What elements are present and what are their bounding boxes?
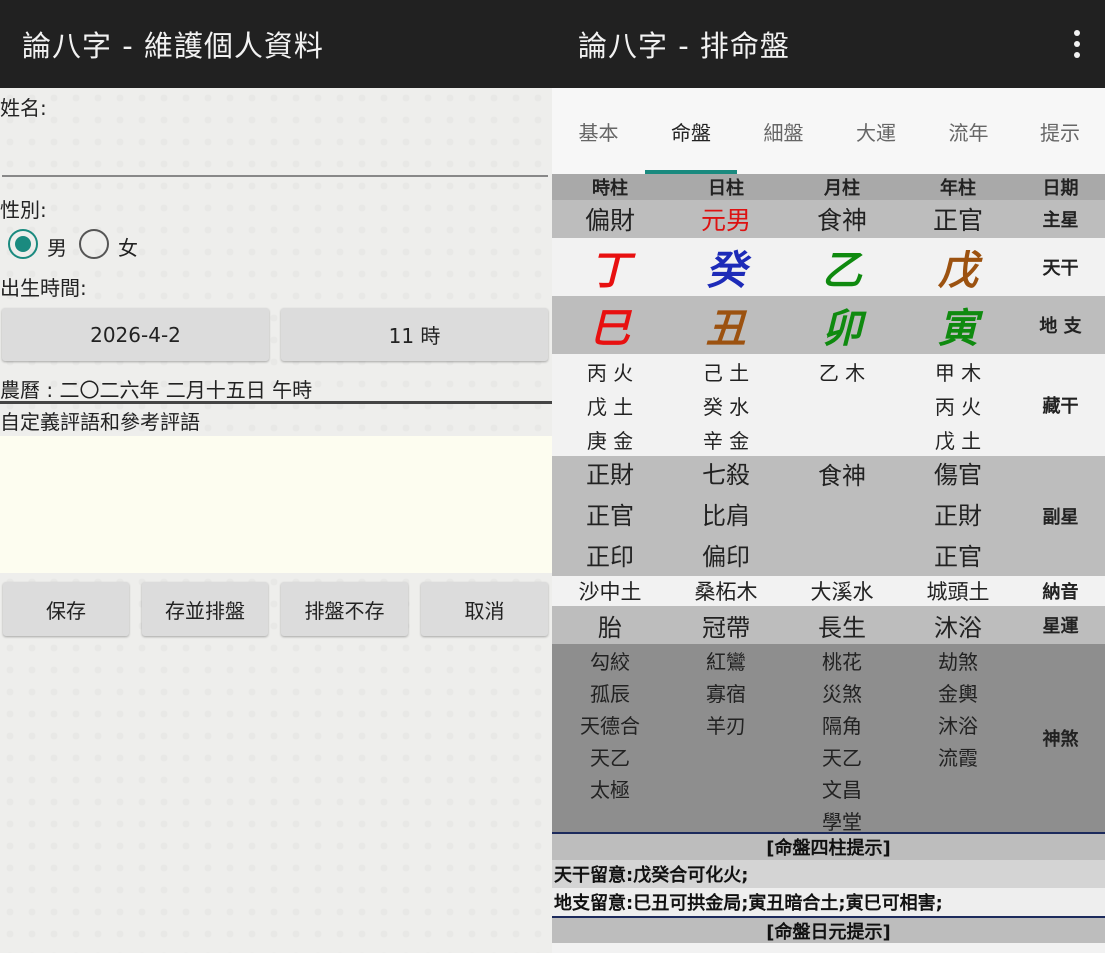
name-input[interactable] [2,118,548,174]
gender-male-radio[interactable] [8,229,38,259]
birth-hour-button[interactable]: 11 時 [281,308,548,361]
main-star-cell: 食神 [816,206,867,235]
stem-cell: 乙 [822,248,862,294]
shensha-cell: 桃花 災煞 隔角 天乙 文昌 學堂 [822,650,862,834]
birth-date-button[interactable]: 2026-4-2 [2,308,269,361]
main-star-cell: 正官 [932,206,983,235]
nayin-cell: 沙中土 [578,580,642,604]
header-hour-pillar: 時柱 [592,178,628,199]
hint-branch-text: 地支留意:巳丑可拱金局;寅丑暗合土;寅巳可相害; [552,888,1105,916]
star-fortune-cell: 冠帶 [702,613,750,642]
gender-female-label: 女 [118,236,138,260]
heavenly-stems-row: 丁 癸 乙 戊 天干 [552,238,1105,296]
tab-basic[interactable]: 基本 [552,88,645,174]
tab-major-luck[interactable]: 大運 [830,88,922,174]
nayin-cell: 桑柘木 [694,580,758,604]
hidden-stems-cell: 丙 火戊 土庚 金 [586,361,634,453]
star-fortune-cell: 沐浴 [934,613,982,642]
gender-female-radio[interactable] [79,229,109,259]
hidden-stems-cell: 甲 木丙 火戊 土 [934,361,982,453]
left-app-title: 論八字 - 維護個人資料 [22,29,324,63]
comment-label: 自定義評語和參考評語 [0,410,200,434]
name-input-underline [2,175,548,177]
chart-panel: 基本 命盤 細盤 大運 流年 提示 時柱 日柱 月柱 年柱 日期 偏財 元男 食… [552,88,1105,953]
hidden-stems-cell: 乙 木 [818,361,866,385]
sub-stars-row-label: 副星 [1042,507,1079,528]
header-month-pillar: 月柱 [824,178,860,199]
tab-bar: 基本 命盤 細盤 大運 流年 提示 [552,88,1105,174]
stem-cell: 丁 [590,248,630,294]
tab-hints[interactable]: 提示 [1015,88,1105,174]
sub-stars-cell: 正財 正官 正印 [586,460,634,571]
nayin-row-label: 納音 [1042,582,1079,603]
header-year-pillar: 年柱 [940,178,976,199]
comment-textarea[interactable] [0,436,552,573]
chart-header-row: 時柱 日柱 月柱 年柱 日期 [552,174,1105,200]
tab-detail[interactable]: 細盤 [737,88,830,174]
tab-annual[interactable]: 流年 [922,88,1015,174]
right-app-title: 論八字 - 排命盤 [578,29,790,63]
shensha-cell: 劫煞 金輿 沐浴 流霞 [938,650,978,770]
profile-form: 姓名: 性別: 男 女 出生時間: 2026-4-2 11 時 農曆 : 二〇二… [0,88,552,953]
nayin-row: 沙中土 桑柘木 大溪水 城頭土 納音 [552,576,1105,606]
branch-cell: 巳 [590,306,630,352]
shensha-cell: 紅鸞 寡宿 羊刃 [706,650,746,738]
chart-without-save-button[interactable]: 排盤不存 [281,582,408,636]
stem-cell: 癸 [706,248,746,294]
cancel-button[interactable]: 取消 [421,582,548,636]
hint-overflow [552,943,1105,953]
main-star-row: 偏財 元男 食神 正官 主星 [552,200,1105,238]
sub-stars-cell: 食神 [818,462,866,490]
overflow-menu-icon[interactable] [1065,28,1089,60]
hint-section-title-daymaster: [命盤日元提示] [552,916,1105,943]
star-fortune-cell: 胎 [598,613,622,642]
hint-section-title-pillars: [命盤四柱提示] [552,832,1105,860]
save-and-chart-button[interactable]: 存並排盤 [142,582,268,636]
save-button[interactable]: 保存 [3,582,129,636]
right-app-bar: 論八字 - 排命盤 [552,0,1105,88]
name-label: 姓名: [0,96,47,120]
header-date: 日期 [1042,178,1079,199]
lunar-date-text: 農曆 : 二〇二六年 二月十五日 午時 [0,378,313,402]
main-star-cell: 偏財 [584,206,635,235]
shensha-row-label: 神煞 [1042,729,1079,750]
branches-row-label: 地 支 [1039,316,1082,337]
gender-label: 性別: [0,198,47,222]
branch-cell: 卯 [822,306,862,352]
main-star-cell: 元男 [700,206,751,235]
branch-cell: 丑 [706,306,746,352]
star-fortune-row-label: 星運 [1042,616,1079,637]
hidden-stems-row: 丙 火戊 土庚 金 己 土癸 水辛 金 乙 木 甲 木丙 火戊 土 藏干 [552,354,1105,456]
gender-male-label: 男 [47,236,67,260]
earthly-branches-row: 巳 丑 卯 寅 地 支 [552,296,1105,354]
nayin-cell: 城頭土 [926,580,990,604]
hidden-stems-cell: 己 土癸 水辛 金 [702,361,750,453]
main-star-row-label: 主星 [1042,210,1079,231]
shensha-cell: 勾絞 孤辰 天德合 天乙 太極 [580,650,640,802]
stem-cell: 戊 [938,248,978,294]
hint-stem-text: 天干留意:戊癸合可化火; [552,860,1105,888]
left-app-bar: 論八字 - 維護個人資料 [0,0,552,88]
section-divider [0,401,552,404]
sub-stars-cell: 七殺 比肩 偏印 [702,460,750,571]
star-fortune-cell: 長生 [818,613,866,642]
sub-stars-cell: 傷官 正財 正官 [934,460,982,571]
tab-chart[interactable]: 命盤 [645,88,737,174]
header-day-pillar: 日柱 [708,178,744,199]
star-fortune-row: 胎 冠帶 長生 沐浴 星運 [552,606,1105,644]
nayin-cell: 大溪水 [810,580,874,604]
sub-stars-row: 正財 正官 正印 七殺 比肩 偏印 食神 傷官 正財 正官 副星 [552,456,1105,576]
stems-row-label: 天干 [1042,258,1079,279]
birth-time-label: 出生時間: [0,276,87,300]
branch-cell: 寅 [938,306,978,352]
hidden-stems-row-label: 藏干 [1042,396,1079,417]
shensha-row: 勾絞 孤辰 天德合 天乙 太極 紅鸞 寡宿 羊刃 桃花 災煞 隔角 天乙 文昌 學堂 劫煞 金輿 沐浴 流霞… [552,644,1105,834]
